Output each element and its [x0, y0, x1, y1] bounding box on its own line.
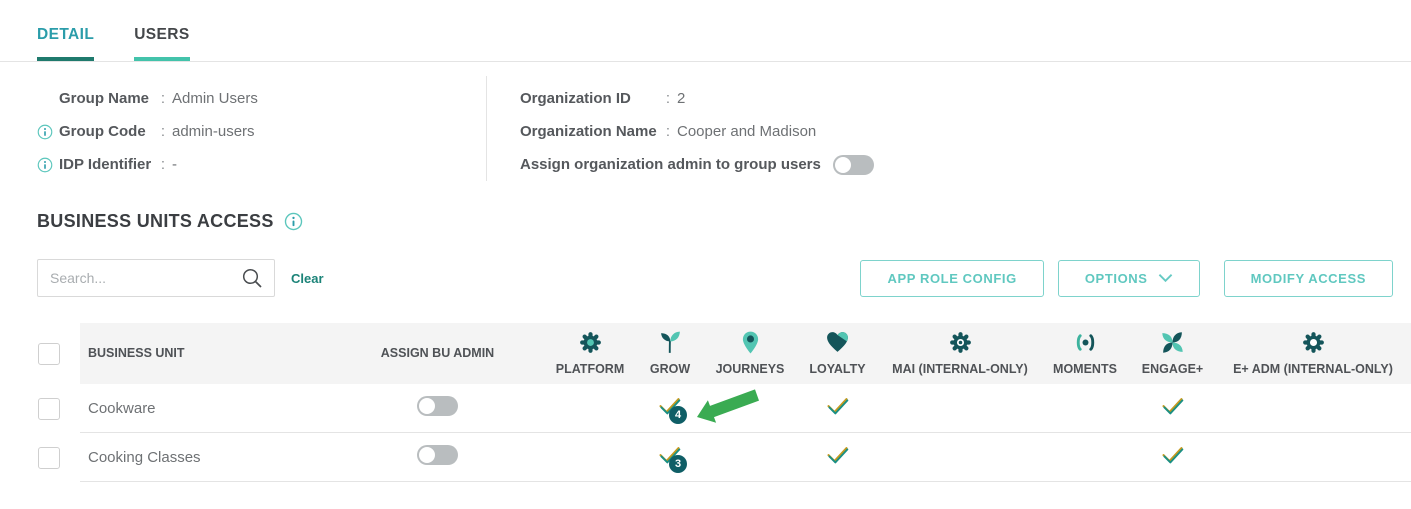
engage-cell	[1130, 446, 1215, 469]
column-header-eadm: E+ ADM (INTERNAL-ONLY)	[1215, 330, 1411, 377]
assign-bu-admin-cell	[330, 445, 545, 470]
group-code-row: Group Code : admin-users	[37, 115, 486, 148]
info-icon	[37, 124, 59, 140]
map-pin-icon	[705, 330, 795, 359]
idp-identifier-value: -	[172, 156, 177, 173]
organization-name-value: Cooper and Madison	[677, 123, 816, 140]
signal-dot-icon	[1040, 330, 1130, 359]
select-all-checkbox[interactable]	[38, 343, 60, 365]
group-name-row: Group Name : Admin Users	[37, 82, 486, 115]
info-icon[interactable]	[284, 212, 303, 231]
check-icon	[825, 446, 851, 468]
engage-cell	[1130, 397, 1215, 420]
table-header-row: BUSINESS UNIT ASSIGN BU ADMIN PLATFORM G…	[0, 323, 1411, 384]
business-units-table: BUSINESS UNIT ASSIGN BU ADMIN PLATFORM G…	[0, 323, 1411, 482]
group-code-value: admin-users	[172, 123, 255, 140]
organization-id-value: 2	[677, 90, 685, 107]
business-unit-name: Cookware	[80, 400, 330, 417]
check-icon: 4	[657, 397, 683, 419]
search-input[interactable]	[50, 270, 240, 286]
table-row: Cookware 4	[0, 384, 1411, 433]
chevron-down-icon	[1158, 273, 1173, 283]
table-toolbar: Clear APP ROLE CONFIG OPTIONS MODIFY ACC…	[0, 259, 1411, 297]
check-icon	[1160, 446, 1186, 468]
info-icon	[37, 157, 59, 173]
tab-detail[interactable]: DETAIL	[37, 26, 94, 61]
assign-org-admin-toggle[interactable]	[833, 155, 874, 175]
check-icon: 3	[657, 446, 683, 468]
grow-count-badge: 3	[669, 455, 687, 473]
heart-icon	[795, 330, 880, 359]
grow-cell: 4	[635, 397, 705, 420]
column-header-platform: PLATFORM	[545, 330, 635, 377]
group-info-right: Organization ID : 2 Organization Name : …	[487, 76, 874, 181]
column-header-grow: GROW	[635, 330, 705, 377]
organization-id-label: Organization ID	[520, 90, 659, 107]
column-header-moments: MOMENTS	[1040, 330, 1130, 377]
bu-admin-toggle[interactable]	[417, 445, 458, 465]
idp-identifier-label: IDP Identifier	[59, 156, 154, 173]
section-title: BUSINESS UNITS ACCESS	[37, 211, 274, 232]
pinwheel-leaf-icon	[1130, 330, 1215, 359]
column-header-assign-bu-admin: ASSIGN BU ADMIN	[330, 346, 545, 361]
organization-name-row: Organization Name : Cooper and Madison	[520, 115, 874, 148]
row-checkbox[interactable]	[38, 447, 60, 469]
tab-users[interactable]: USERS	[134, 26, 189, 61]
group-name-label: Group Name	[59, 90, 154, 107]
group-code-label: Group Code	[59, 123, 154, 140]
table-row: Cooking Classes 3	[0, 433, 1411, 482]
idp-identifier-row: IDP Identifier : -	[37, 148, 486, 181]
loyalty-cell	[795, 446, 880, 469]
bu-admin-toggle[interactable]	[417, 396, 458, 416]
check-icon	[825, 397, 851, 419]
gear-icon	[1215, 330, 1411, 359]
clear-search-link[interactable]: Clear	[291, 271, 324, 286]
search-icon[interactable]	[240, 266, 264, 290]
check-icon	[1160, 397, 1186, 419]
column-header-engage: ENGAGE+	[1130, 330, 1215, 377]
organization-name-label: Organization Name	[520, 123, 659, 140]
modify-access-button[interactable]: MODIFY ACCESS	[1224, 260, 1393, 297]
search-box[interactable]	[37, 259, 275, 297]
column-header-business-unit: BUSINESS UNIT	[80, 346, 330, 361]
column-header-mai: MAI (INTERNAL-ONLY)	[880, 330, 1040, 377]
sprout-icon	[635, 330, 705, 359]
tab-bar: DETAIL USERS	[0, 0, 1411, 62]
business-unit-name: Cooking Classes	[80, 449, 330, 466]
assign-bu-admin-cell	[330, 396, 545, 421]
grow-count-badge: 4	[669, 406, 687, 424]
group-name-value: Admin Users	[172, 90, 258, 107]
assign-org-admin-label: Assign organization admin to group users	[520, 156, 821, 173]
options-button[interactable]: OPTIONS	[1058, 260, 1200, 297]
gear-icon	[545, 330, 635, 359]
row-checkbox[interactable]	[38, 398, 60, 420]
grow-cell: 3	[635, 446, 705, 469]
group-info-left: Group Name : Admin Users Group Code : ad…	[37, 76, 487, 181]
gear-icon	[880, 330, 1040, 359]
group-info-section: Group Name : Admin Users Group Code : ad…	[0, 76, 1411, 181]
action-buttons: APP ROLE CONFIG OPTIONS MODIFY ACCESS	[860, 260, 1393, 297]
app-role-config-button[interactable]: APP ROLE CONFIG	[860, 260, 1043, 297]
organization-id-row: Organization ID : 2	[520, 82, 874, 115]
business-units-access-header: BUSINESS UNITS ACCESS	[37, 211, 1411, 232]
column-header-journeys: JOURNEYS	[705, 330, 795, 377]
assign-org-admin-row: Assign organization admin to group users	[520, 148, 874, 181]
column-header-loyalty: LOYALTY	[795, 330, 880, 377]
loyalty-cell	[795, 397, 880, 420]
